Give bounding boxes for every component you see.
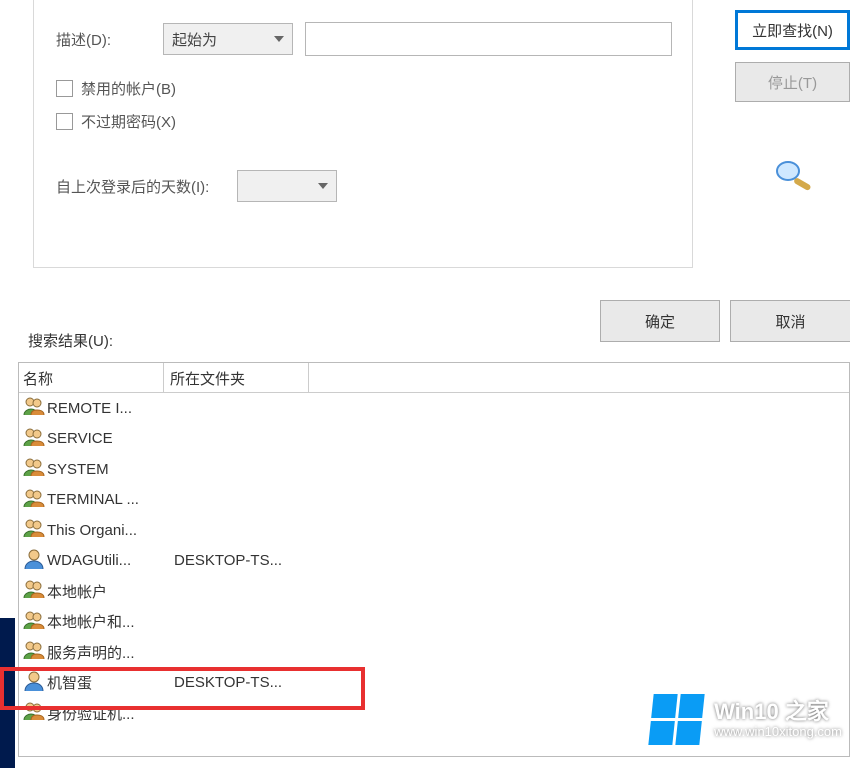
table-row[interactable]: WDAGUtili... DESKTOP-TS... — [19, 546, 849, 577]
cancel-button[interactable]: 取消 — [730, 300, 850, 342]
days-since-logon-label: 自上次登录后的天数(I): — [56, 176, 209, 197]
table-row[interactable]: 身份验证机... — [19, 698, 849, 729]
stop-label: 停止(T) — [768, 72, 817, 93]
column-name[interactable]: 名称 — [19, 363, 164, 392]
row-name: This Organi... — [47, 522, 137, 539]
table-row[interactable]: This Organi... — [19, 515, 849, 546]
description-label: 描述(D): — [56, 29, 151, 50]
row-name: REMOTE I... — [47, 400, 132, 417]
right-button-column: 立即查找(N) 停止(T) — [735, 10, 850, 193]
row-name: 机智蛋 — [47, 672, 92, 693]
checkbox-nonexpiring-password[interactable] — [56, 113, 73, 130]
search-criteria-panel: 描述(D): 起始为 禁用的帐户(B) 不过期密码(X) 自上次登录后的天数(I… — [33, 0, 693, 268]
group-icon — [23, 640, 45, 664]
row-name: WDAGUtili... — [47, 552, 131, 569]
row-folder: DESKTOP-TS... — [168, 674, 313, 691]
checkbox-disabled-accounts[interactable] — [56, 80, 73, 97]
description-row: 描述(D): 起始为 — [56, 22, 692, 56]
ok-label: 确定 — [645, 311, 675, 332]
group-icon — [23, 518, 45, 542]
column-folder[interactable]: 所在文件夹 — [164, 363, 309, 392]
group-icon — [23, 427, 45, 451]
table-row[interactable]: SERVICE — [19, 424, 849, 455]
disabled-accounts-row[interactable]: 禁用的帐户(B) — [56, 78, 692, 99]
table-row[interactable]: SYSTEM — [19, 454, 849, 485]
background-nav-strip — [0, 618, 15, 768]
nonexpiring-row[interactable]: 不过期密码(X) — [56, 111, 692, 132]
row-name: TERMINAL ... — [47, 491, 139, 508]
row-name: SYSTEM — [47, 461, 109, 478]
results-header: 名称 所在文件夹 — [19, 363, 849, 393]
description-operator-select[interactable]: 起始为 — [163, 23, 293, 55]
table-row[interactable]: 本地帐户 — [19, 576, 849, 607]
table-row[interactable]: 服务声明的... — [19, 637, 849, 668]
ok-button[interactable]: 确定 — [600, 300, 720, 342]
user-icon — [23, 671, 45, 695]
table-row[interactable]: REMOTE I... — [19, 393, 849, 424]
find-now-label: 立即查找(N) — [752, 20, 833, 41]
user-icon — [23, 549, 45, 573]
row-name: 身份验证机... — [47, 703, 135, 724]
chevron-down-icon — [274, 36, 284, 42]
dialog-buttons: 确定 取消 — [600, 300, 850, 342]
group-icon — [23, 579, 45, 603]
row-name: 本地帐户 — [47, 581, 107, 602]
group-icon — [23, 701, 45, 725]
days-since-logon-row: 自上次登录后的天数(I): — [56, 170, 692, 202]
chevron-down-icon — [318, 183, 328, 189]
table-row[interactable]: 机智蛋 DESKTOP-TS... — [19, 668, 849, 699]
group-icon — [23, 457, 45, 481]
disabled-accounts-label: 禁用的帐户(B) — [81, 78, 176, 99]
row-name: SERVICE — [47, 430, 113, 447]
group-icon — [23, 610, 45, 634]
row-name: 本地帐户和... — [47, 611, 135, 632]
days-since-logon-select[interactable] — [237, 170, 337, 202]
table-row[interactable]: 本地帐户和... — [19, 607, 849, 638]
table-row[interactable]: TERMINAL ... — [19, 485, 849, 516]
row-name: 服务声明的... — [47, 642, 135, 663]
group-icon — [23, 396, 45, 420]
description-input[interactable] — [305, 22, 672, 56]
row-folder: DESKTOP-TS... — [168, 552, 313, 569]
search-icon — [735, 157, 850, 193]
results-list[interactable]: 名称 所在文件夹 REMOTE I... SERVICE SYSTEM TERMINA… — [18, 362, 850, 757]
results-body: REMOTE I... SERVICE SYSTEM TERMINAL ... This… — [19, 393, 849, 729]
cancel-label: 取消 — [775, 311, 805, 332]
find-now-button[interactable]: 立即查找(N) — [735, 10, 850, 50]
group-icon — [23, 488, 45, 512]
nonexpiring-label: 不过期密码(X) — [81, 111, 176, 132]
stop-button[interactable]: 停止(T) — [735, 62, 850, 102]
description-operator-value: 起始为 — [172, 29, 217, 50]
search-results-label: 搜索结果(U): — [28, 330, 113, 351]
